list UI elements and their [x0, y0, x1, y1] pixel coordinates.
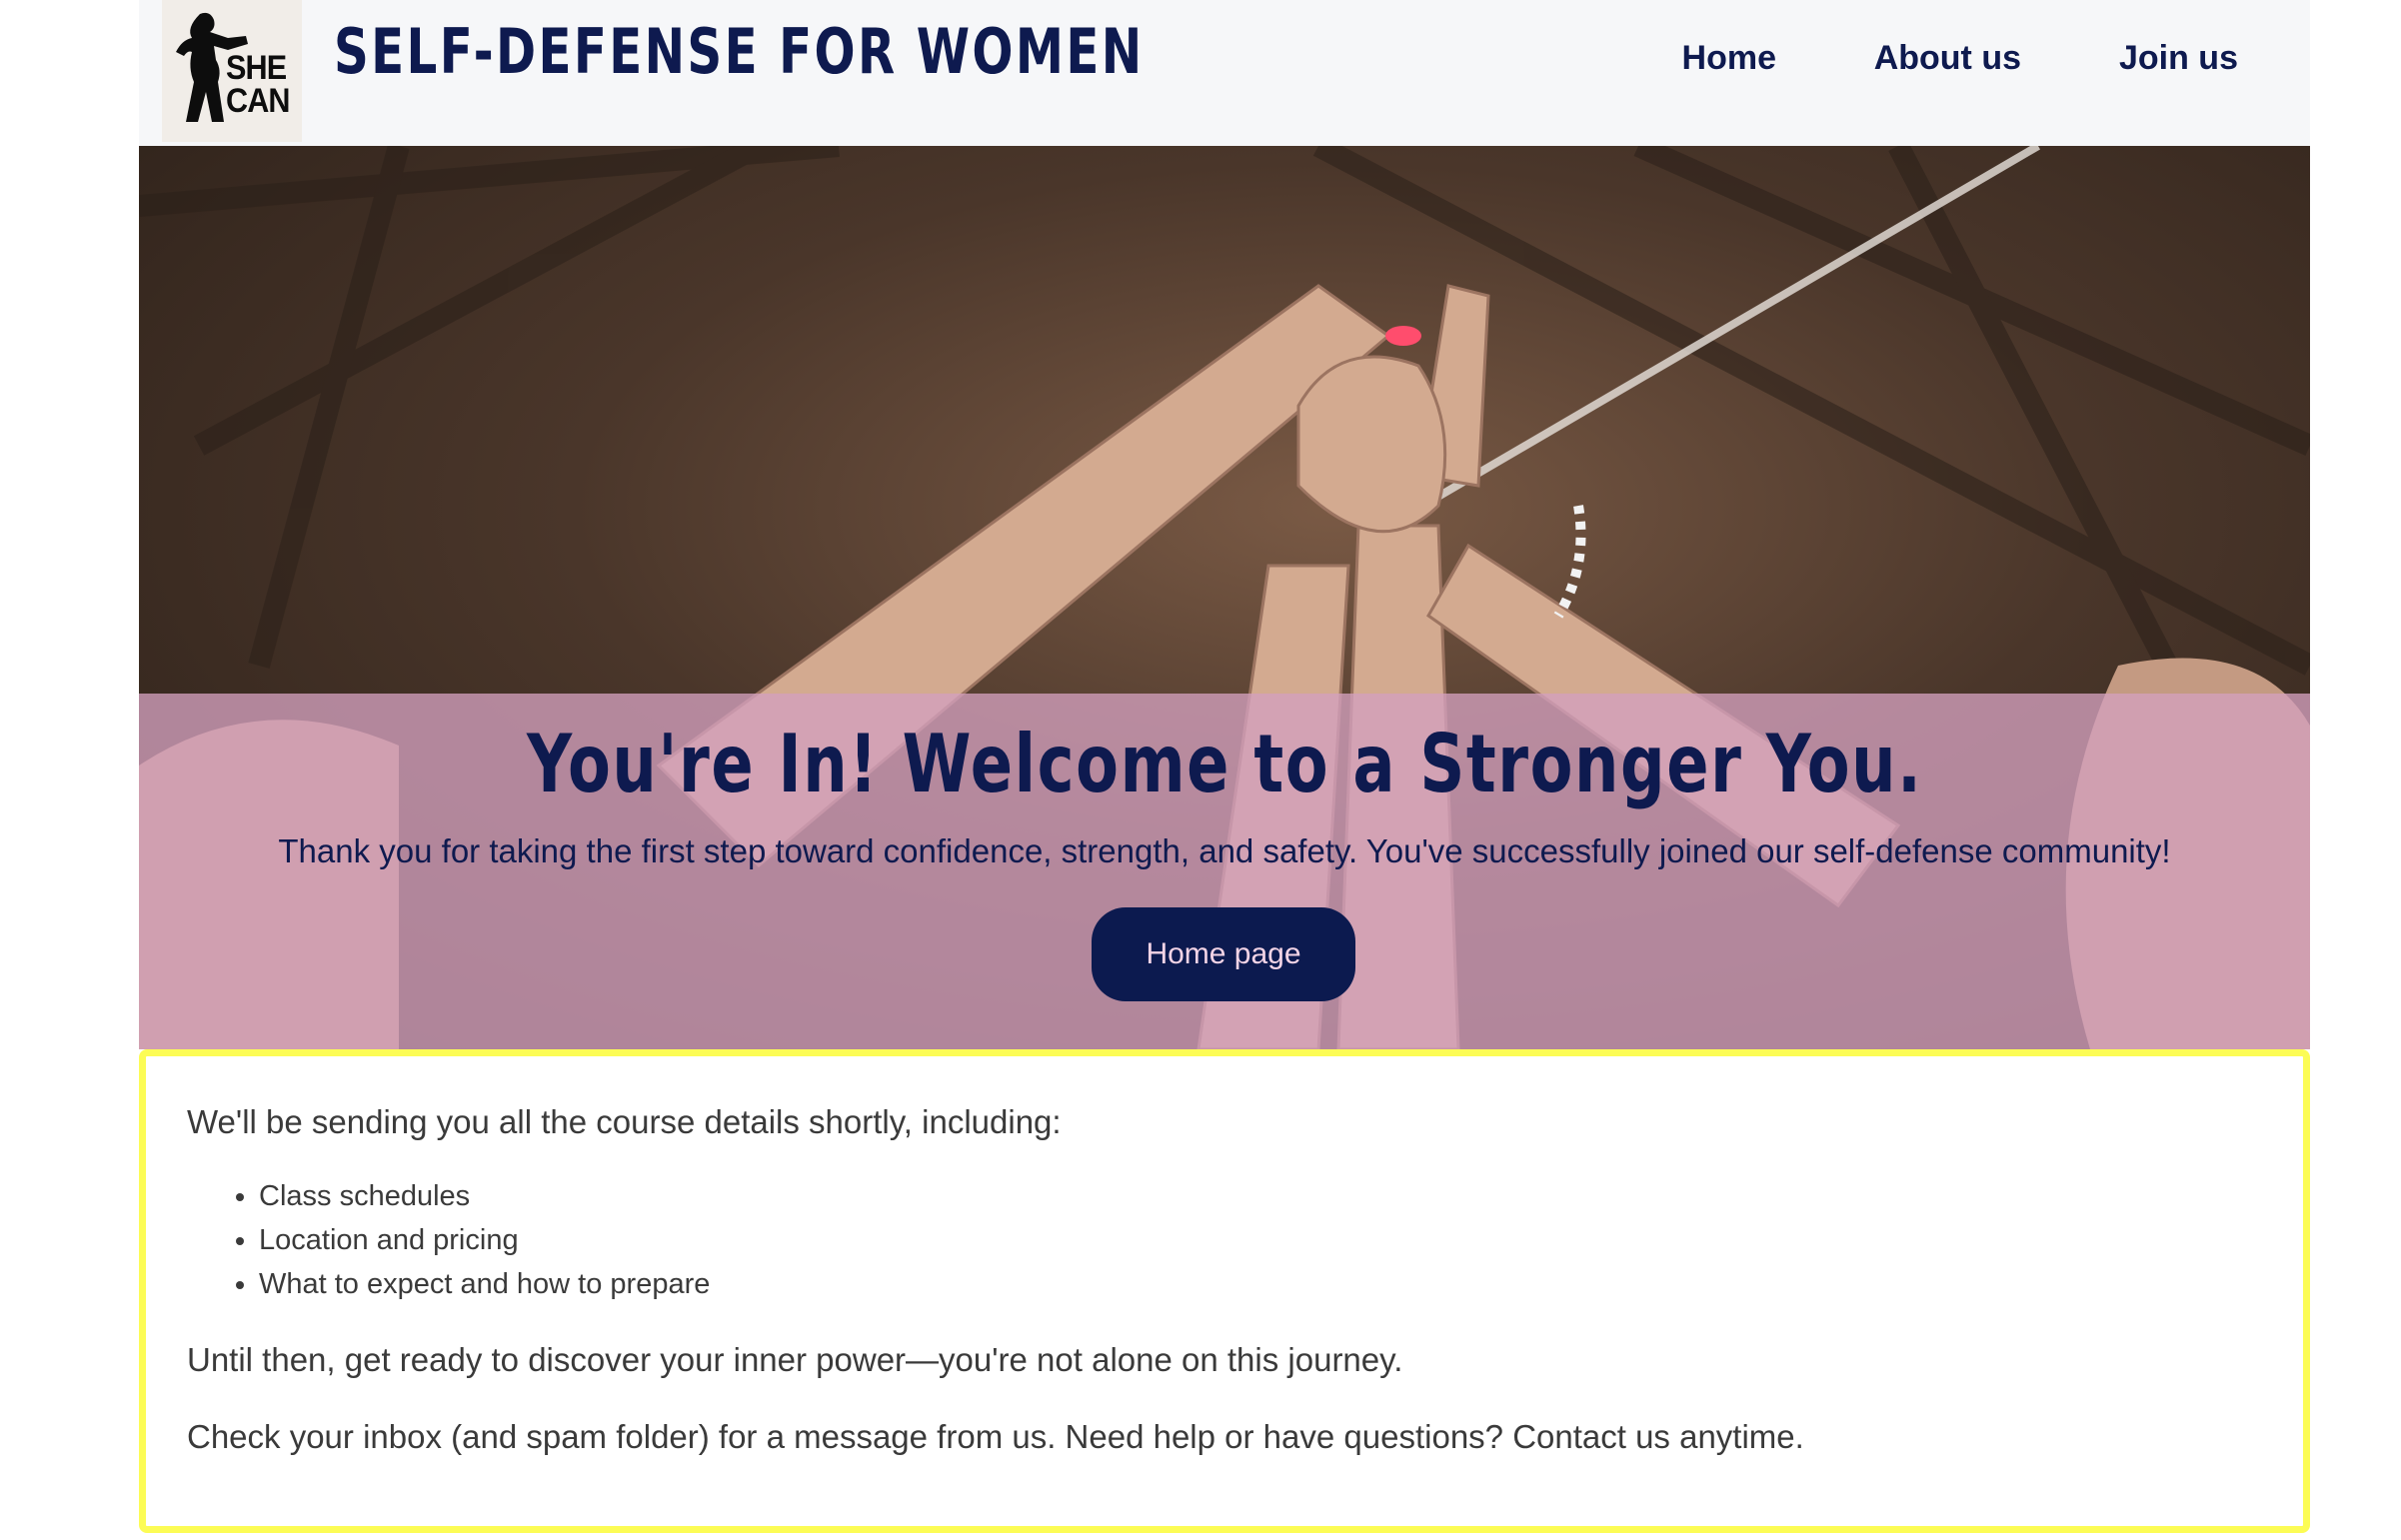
nav-join-us[interactable]: Join us [2119, 32, 2238, 84]
list-item: Class schedules [259, 1174, 710, 1218]
site-logo[interactable]: SHE CAN [162, 0, 302, 142]
list-item: Location and pricing [259, 1218, 710, 1262]
course-info-box: We'll be sending you all the course deta… [139, 1049, 2310, 1533]
page: SHE CAN SELF-DEFENSE FOR WOMEN Home Abou… [139, 0, 2310, 1540]
hero-heading: You're In! Welcome to a Stronger You. [526, 718, 1923, 810]
site-title: SELF-DEFENSE FOR WOMEN [334, 15, 1145, 88]
info-paragraph-contact: Check your inbox (and spam folder) for a… [187, 1418, 1804, 1455]
logo-text: SHE CAN [226, 49, 291, 120]
hero-section: You're In! Welcome to a Stronger You. Th… [139, 146, 2310, 1049]
info-paragraph-journey: Until then, get ready to discover your i… [187, 1341, 1403, 1378]
site-header: SHE CAN SELF-DEFENSE FOR WOMEN Home Abou… [139, 0, 2310, 146]
course-details-list: Class schedules Location and pricing Wha… [187, 1174, 710, 1306]
nav-about-us[interactable]: About us [1874, 32, 2021, 84]
info-intro: We'll be sending you all the course deta… [187, 1103, 1062, 1140]
home-page-button[interactable]: Home page [1092, 907, 1355, 1001]
nav-home[interactable]: Home [1682, 32, 1776, 84]
list-item: What to expect and how to prepare [259, 1262, 710, 1306]
hero-subtext: Thank you for taking the first step towa… [278, 832, 2171, 869]
